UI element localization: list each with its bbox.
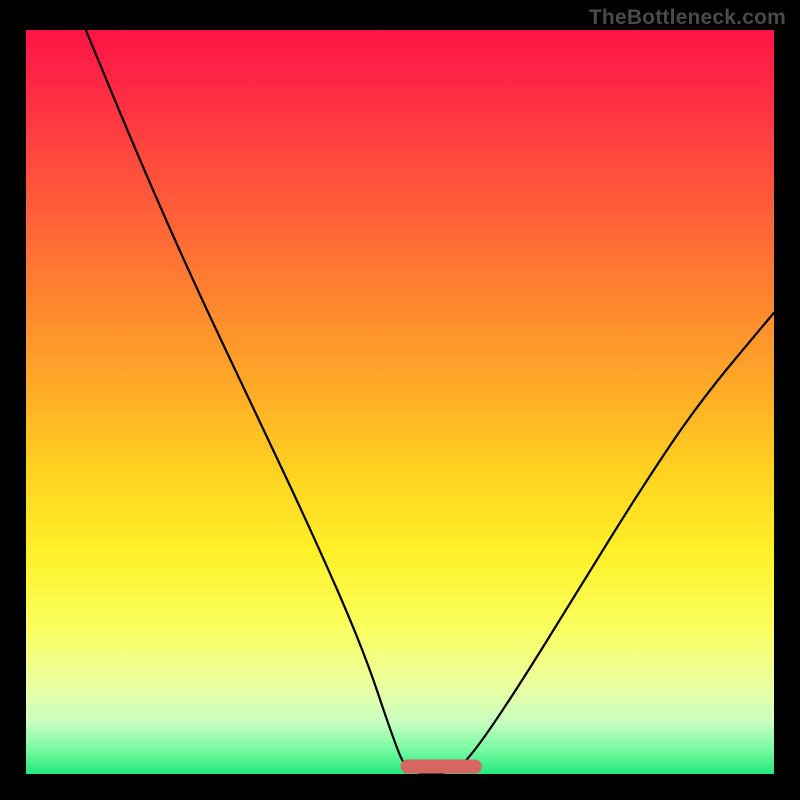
chart-frame: TheBottleneck.com bbox=[0, 0, 800, 800]
curve-path bbox=[86, 30, 774, 774]
plot-area bbox=[26, 30, 774, 774]
bottleneck-curve bbox=[26, 30, 774, 774]
watermark-text: TheBottleneck.com bbox=[589, 6, 786, 30]
